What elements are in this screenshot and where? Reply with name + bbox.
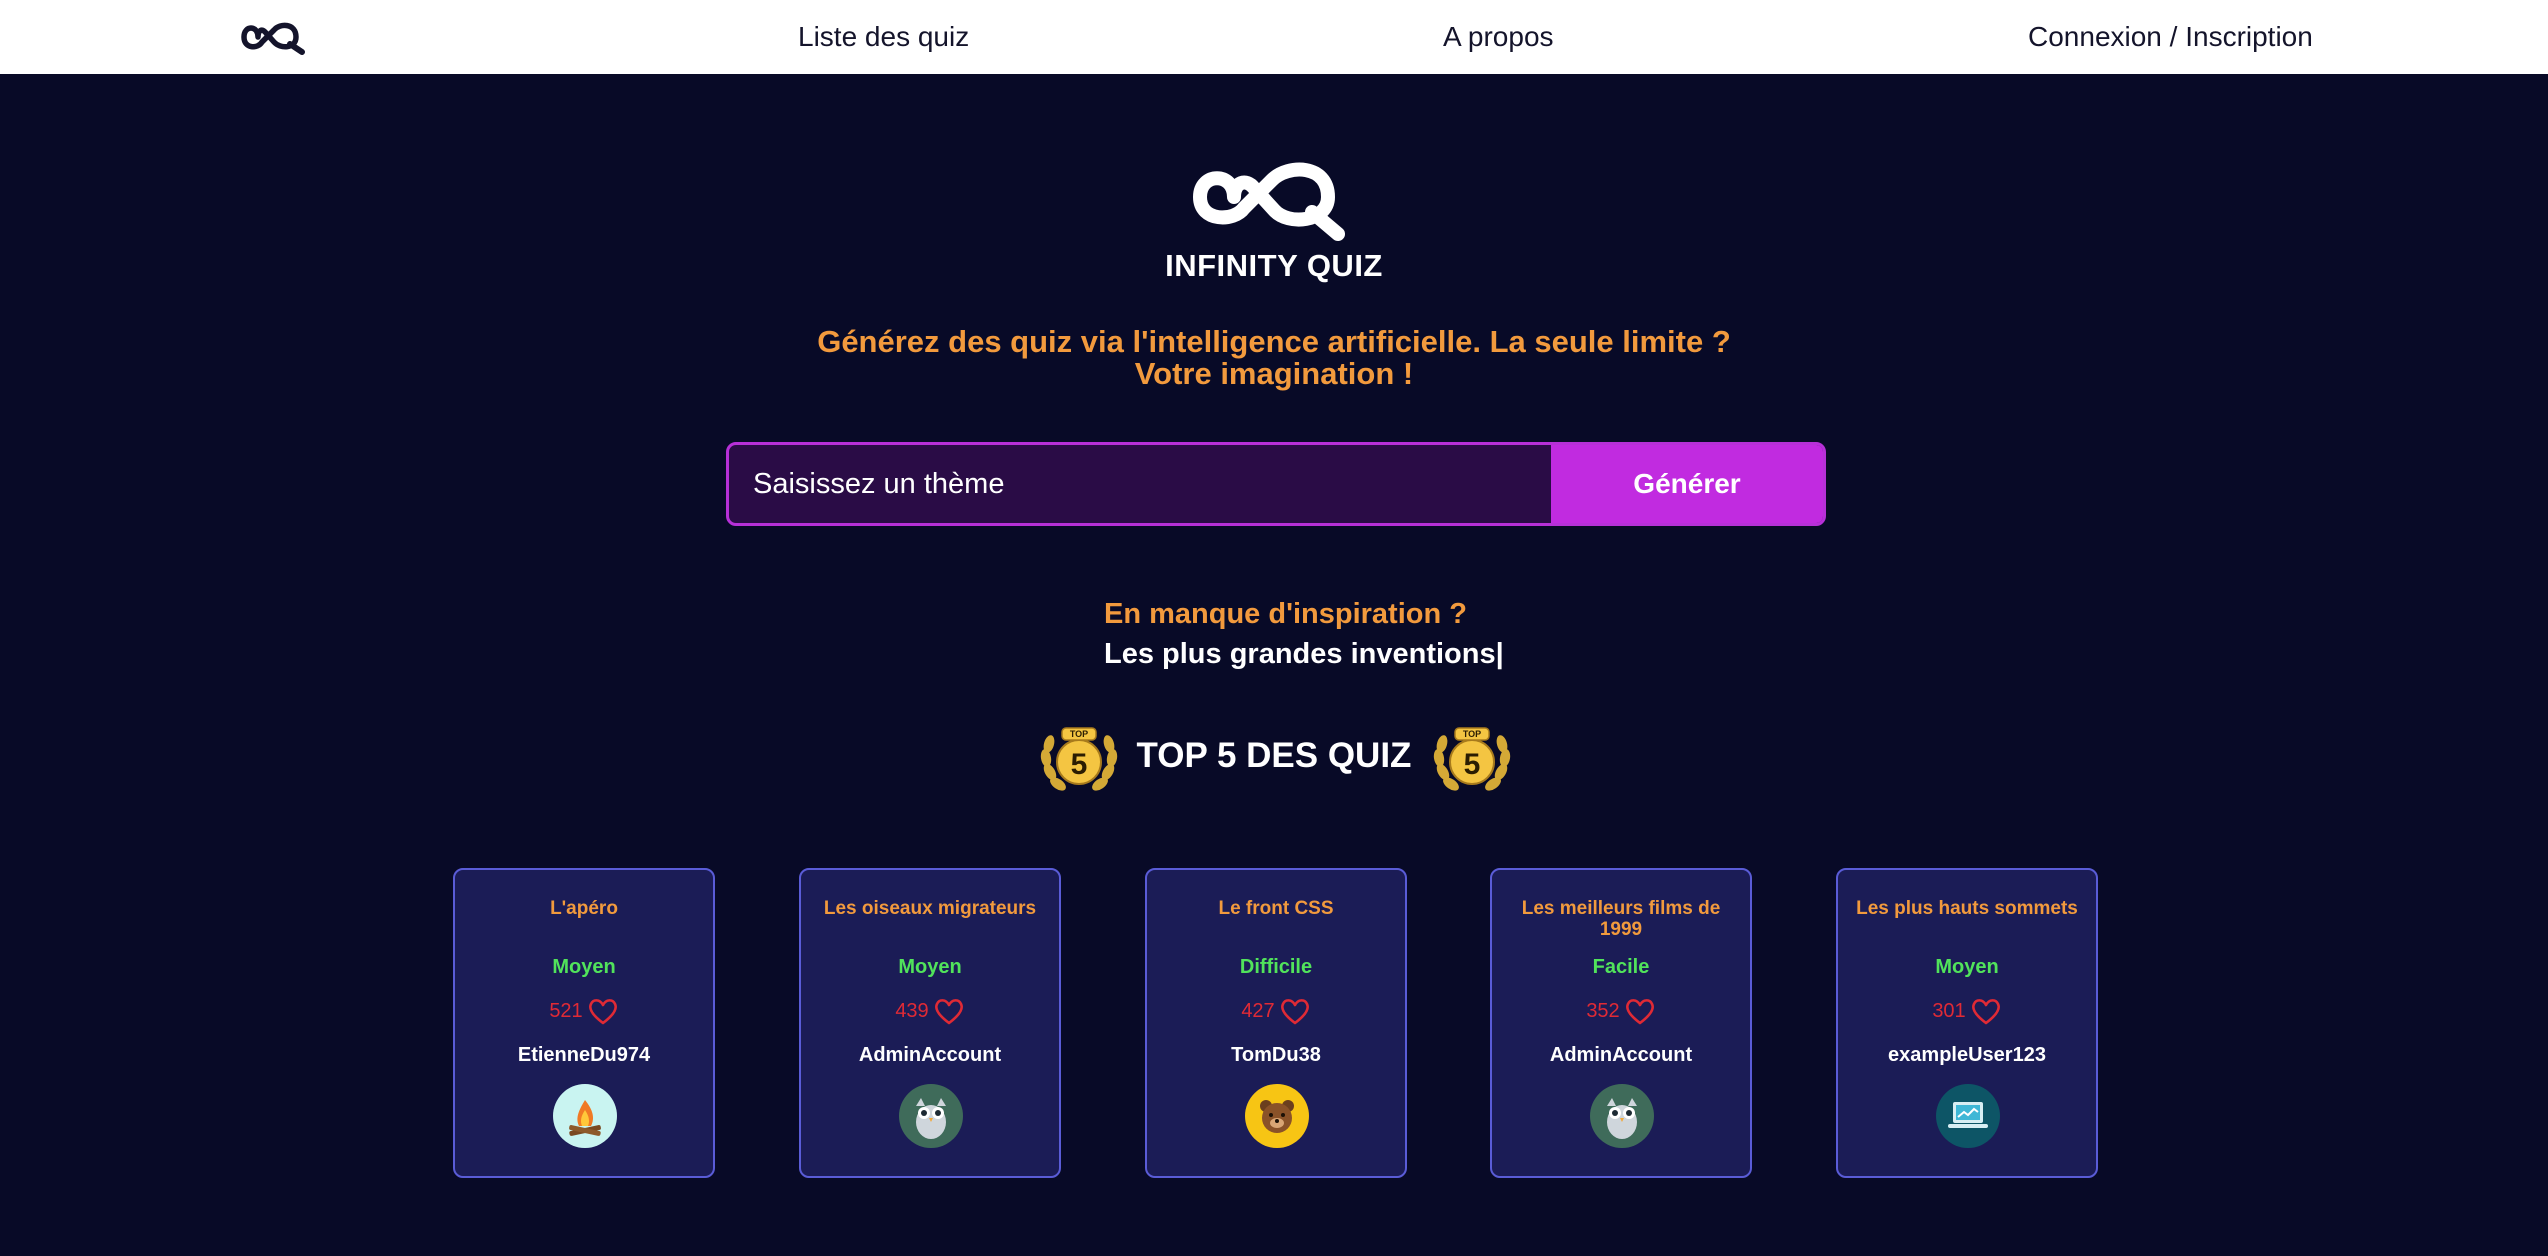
inspiration-label: En manque d'inspiration ? [1104,598,1467,630]
brand-name: INFINITY QUIZ [1165,248,1383,283]
quiz-card[interactable]: Les meilleurs films de 1999 Facile 352 A… [1490,868,1752,1178]
like-count: 427 [1241,999,1275,1022]
svg-text:5: 5 [1071,748,1088,781]
svg-text:TOP: TOP [1070,729,1088,739]
infinity-quiz-logo-icon [1193,162,1345,241]
laptop-avatar-icon [1936,1084,2000,1148]
like-count: 301 [1932,999,1966,1022]
nav-link-about[interactable]: A propos [1443,0,1554,74]
heart-icon[interactable] [1624,996,1656,1026]
like-count: 352 [1586,999,1620,1022]
nav-link-login-signup[interactable]: Connexion / Inscription [2028,0,2313,74]
heart-icon[interactable] [1279,996,1311,1026]
campfire-avatar-icon [553,1084,617,1148]
quiz-title: Les meilleurs films de 1999 [1521,898,1721,940]
quiz-likes: 439 [801,996,1059,1026]
theme-input[interactable] [729,445,1551,523]
quiz-author: AdminAccount [1549,1044,1693,1066]
quiz-likes: 427 [1147,996,1405,1026]
heart-icon[interactable] [933,996,965,1026]
quiz-difficulty: Moyen [898,956,962,978]
theme-search-bar: Générer [726,442,1826,526]
nav-link-quiz-list[interactable]: Liste des quiz [798,0,969,74]
owl-avatar-icon [1590,1084,1654,1148]
quiz-title: Les plus hauts sommets [1856,898,2078,919]
quiz-card[interactable]: L'apéro Moyen 521 EtienneDu974 [453,868,715,1178]
heart-icon[interactable] [587,996,619,1026]
inspiration-example: Les plus grandes inventions| [1104,638,1504,670]
quiz-difficulty: Moyen [1935,956,1999,978]
hero-tagline: Générez des quiz via l'intelligence arti… [574,326,1974,390]
quiz-likes: 301 [1838,996,2096,1026]
quiz-author: EtienneDu974 [517,1044,651,1066]
tagline-line-1: Générez des quiz via l'intelligence arti… [817,324,1731,359]
quiz-likes: 352 [1492,996,1750,1026]
quiz-likes: 521 [455,996,713,1026]
generate-button[interactable]: Générer [1551,445,1823,523]
quiz-difficulty: Difficile [1239,956,1313,978]
quiz-difficulty: Facile [1592,956,1650,978]
tagline-line-2: Votre imagination ! [1134,356,1414,391]
quiz-card[interactable]: Les plus hauts sommets Moyen 301 example… [1836,868,2098,1178]
top5-title: TOP 5 DES QUIZ [1136,736,1412,775]
svg-text:TOP: TOP [1463,729,1481,739]
quiz-title: Les oiseaux migrateurs [823,898,1037,919]
quiz-card[interactable]: Le front CSS Difficile 427 TomDu38 [1145,868,1407,1178]
quiz-author: TomDu38 [1231,1044,1321,1066]
bear-avatar-icon [1245,1084,1309,1148]
top-navbar: Liste des quiz A propos Connexion / Insc… [0,0,2548,74]
top5-laurel-badge-icon: TOP 5 [1433,727,1511,791]
owl-avatar-icon [899,1084,963,1148]
quiz-difficulty: Moyen [552,956,616,978]
quiz-author: AdminAccount [858,1044,1002,1066]
quiz-author: exampleUser123 [1888,1044,2046,1066]
infinity-quiz-logo-icon[interactable] [240,18,314,56]
svg-text:5: 5 [1464,748,1481,781]
quiz-title: L'apéro [550,898,618,919]
quiz-title: Le front CSS [1218,898,1334,919]
quiz-card[interactable]: Les oiseaux migrateurs Moyen 439 AdminAc… [799,868,1061,1178]
like-count: 439 [895,999,929,1022]
like-count: 521 [549,999,583,1022]
top5-laurel-badge-icon: TOP 5 [1040,727,1118,791]
heart-icon[interactable] [1970,996,2002,1026]
